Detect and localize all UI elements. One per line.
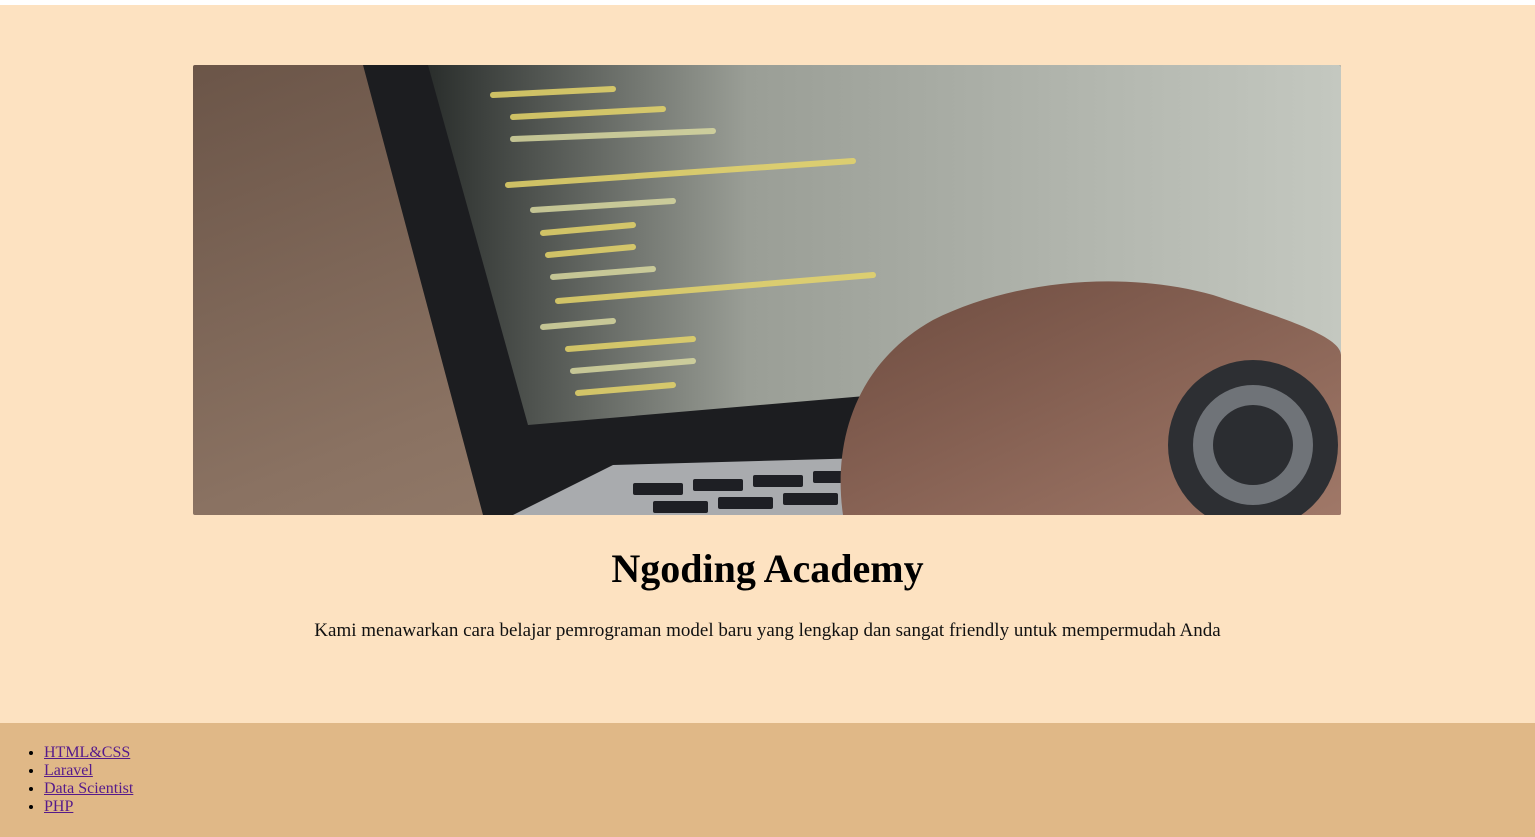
link-laravel[interactable]: Laravel	[44, 762, 93, 779]
list-item: PHP	[44, 798, 133, 816]
footer-links-list: HTML&CSS Laravel Data Scientist PHP	[0, 744, 133, 816]
page-title: Ngoding Academy	[611, 546, 924, 591]
list-item: Data Scientist	[44, 780, 133, 798]
hero-description: Kami menawarkan cara belajar pemrograman…	[314, 620, 1221, 641]
link-html-css[interactable]: HTML&CSS	[44, 744, 130, 761]
footer: HTML&CSS Laravel Data Scientist PHP	[0, 723, 1535, 837]
list-item: Laravel	[44, 762, 133, 780]
link-php[interactable]: PHP	[44, 798, 73, 815]
hero-section: Ngoding Academy Kami menawarkan cara bel…	[0, 5, 1535, 723]
hero-image	[193, 65, 1341, 515]
link-data-scientist[interactable]: Data Scientist	[44, 780, 133, 797]
list-item: HTML&CSS	[44, 744, 133, 762]
